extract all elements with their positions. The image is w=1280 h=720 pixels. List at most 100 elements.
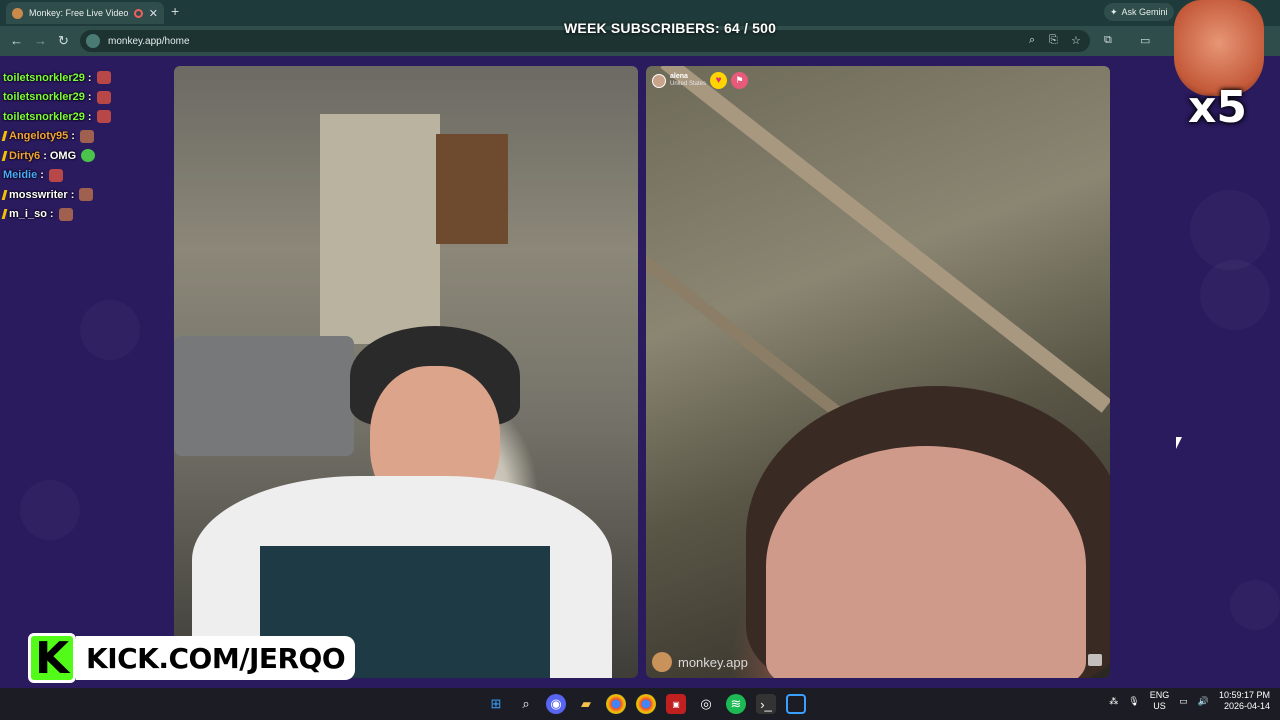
- lang-code: ENG: [1149, 690, 1170, 700]
- side-panel-icon[interactable]: ▭: [1140, 34, 1150, 47]
- chat-separator: :: [87, 91, 92, 104]
- ask-gemini-label: Ask Gemini: [1121, 7, 1168, 17]
- emote-icon: [48, 168, 63, 182]
- browser-tab[interactable]: Monkey: Free Live Video Ch ✕: [6, 2, 164, 24]
- monkey-favicon-icon: [12, 7, 23, 19]
- emote-icon: [96, 71, 111, 85]
- chat-separator: :: [43, 149, 47, 162]
- emote-icon: [96, 90, 111, 104]
- chat-message: Angeloty95:: [1, 127, 163, 147]
- network-icon[interactable]: ▭: [1179, 696, 1188, 707]
- stream-app-icon[interactable]: ▣: [666, 694, 686, 714]
- url-text: monkey.app/home: [108, 35, 190, 47]
- extensions-icon[interactable]: ⧉: [1104, 34, 1112, 47]
- discord-icon[interactable]: ◉: [546, 694, 566, 714]
- language-indicator[interactable]: ENG US: [1150, 690, 1170, 712]
- chat-username: m_i_so: [9, 208, 47, 221]
- wall-background: [320, 114, 440, 344]
- peer-info: alena United States ♥ ⚑: [652, 72, 749, 89]
- window-blinds: [436, 134, 508, 244]
- install-app-icon[interactable]: ⎘: [1049, 34, 1058, 47]
- chat-separator: :: [40, 169, 44, 182]
- back-arrow-icon[interactable]: ←: [10, 33, 23, 48]
- chat-username: toiletsnorkler29: [3, 71, 85, 84]
- windows-taskbar: ⊞ ⌕ ◉ ▰ ▣ ◎ ≋ ›_ ⁂ 🎙 ENG US ▭ 🔊 10:59:17…: [0, 688, 1280, 720]
- chat-username: Meidie: [3, 169, 38, 182]
- chat-message: toiletsnorkler29:: [3, 88, 163, 108]
- chat-message: toiletsnorkler29:: [3, 107, 163, 127]
- watermark-text: monkey.app: [678, 654, 748, 670]
- chat-username: mosswriter: [9, 188, 68, 201]
- kick-channel-banner: K KICK.COM/JERQO: [28, 632, 356, 684]
- chat-text: OMG: [49, 149, 77, 162]
- clock-time: 10:59:17 PM: [1218, 690, 1270, 700]
- chrome-icon[interactable]: [606, 694, 626, 714]
- chat-username: toiletsnorkler29: [3, 91, 85, 104]
- reload-icon[interactable]: ↻: [58, 33, 69, 49]
- kick-logo-icon: K: [28, 633, 76, 684]
- bookmark-star-icon[interactable]: ☆: [1071, 34, 1081, 47]
- meme-multiplier: x5: [1188, 82, 1247, 133]
- heart-icon[interactable]: ♥: [710, 72, 728, 89]
- microphone-icon[interactable]: 🎙: [1128, 696, 1139, 707]
- chat-message: Meidie:: [3, 166, 163, 186]
- chat-separator: :: [70, 188, 75, 201]
- ceiling-beam: [660, 66, 1110, 413]
- emote-icon: [96, 110, 111, 124]
- chrome-profile-icon[interactable]: [636, 694, 656, 714]
- chat-separator: :: [87, 110, 92, 123]
- search-icon[interactable]: ⌕: [516, 694, 536, 714]
- peer-face: [766, 446, 1086, 678]
- kick-channel-url: KICK.COM/JERQO: [76, 636, 356, 680]
- volume-icon[interactable]: 🔊: [1198, 696, 1209, 707]
- emote-icon: [58, 207, 73, 221]
- chat-separator: :: [49, 208, 54, 221]
- chat-username: Dirty6: [9, 149, 41, 162]
- peer-details: alena United States: [670, 73, 706, 88]
- site-info-icon[interactable]: [86, 34, 100, 48]
- stream-chat: toiletsnorkler29: toiletsnorkler29: toil…: [1, 68, 163, 224]
- week-subscribers-counter: WEEK SUBSCRIBERS: 64 / 500: [564, 20, 777, 36]
- clock-date: 2026-04-14: [1223, 701, 1270, 711]
- peer-avatar[interactable]: [652, 73, 666, 88]
- system-clock[interactable]: 10:59:17 PM 2026-04-14: [1219, 690, 1270, 712]
- sword-badge-icon: [1, 150, 8, 161]
- ask-gemini-button[interactable]: ✦ Ask Gemini: [1104, 3, 1174, 21]
- peer-video-feed: alena United States ♥ ⚑ monkey.app: [646, 66, 1110, 678]
- recording-icon: [133, 8, 143, 18]
- tray-apps-icon[interactable]: ⁂: [1109, 696, 1118, 707]
- chat-username: Angeloty95: [9, 130, 69, 143]
- chat-message: toiletsnorkler29:: [3, 68, 163, 88]
- chat-separator: :: [87, 71, 92, 84]
- new-tab-button[interactable]: +: [171, 3, 179, 19]
- start-menu-icon[interactable]: ⊞: [486, 694, 506, 714]
- couch: [174, 336, 354, 456]
- file-explorer-icon[interactable]: ▰: [576, 694, 596, 714]
- search-icon[interactable]: ⌕: [1029, 34, 1035, 47]
- obs-icon[interactable]: ◎: [696, 694, 716, 714]
- terminal-icon[interactable]: ›_: [756, 694, 776, 714]
- peer-name: alena: [670, 73, 688, 80]
- forward-arrow-icon[interactable]: →: [34, 33, 47, 48]
- spotify-icon[interactable]: ≋: [726, 694, 746, 714]
- sword-badge-icon: [1, 209, 8, 220]
- emote-icon: [79, 129, 94, 143]
- chat-message: Dirty6: OMG: [1, 146, 163, 166]
- taskbar-apps: ⊞ ⌕ ◉ ▰ ▣ ◎ ≋ ›_: [486, 694, 806, 714]
- emote-icon: [81, 149, 96, 163]
- close-tab-icon[interactable]: ✕: [149, 7, 158, 20]
- lang-region: US: [1153, 701, 1166, 711]
- chat-username: toiletsnorkler29: [3, 110, 85, 123]
- sub-multiplier-meme: x5: [1168, 0, 1270, 133]
- self-video-feed: [174, 66, 638, 678]
- emote-icon: [79, 188, 94, 202]
- monkey-watermark: monkey.app: [652, 652, 748, 672]
- app-window-icon[interactable]: [786, 694, 806, 714]
- chat-separator: :: [71, 130, 75, 143]
- peer-country: United States: [670, 81, 707, 87]
- report-icon[interactable]: ⚑: [731, 72, 749, 89]
- captions-icon[interactable]: [1088, 654, 1102, 666]
- sword-badge-icon: [1, 131, 8, 142]
- gemini-spark-icon: ✦: [1110, 6, 1118, 17]
- sword-badge-icon: [1, 189, 8, 200]
